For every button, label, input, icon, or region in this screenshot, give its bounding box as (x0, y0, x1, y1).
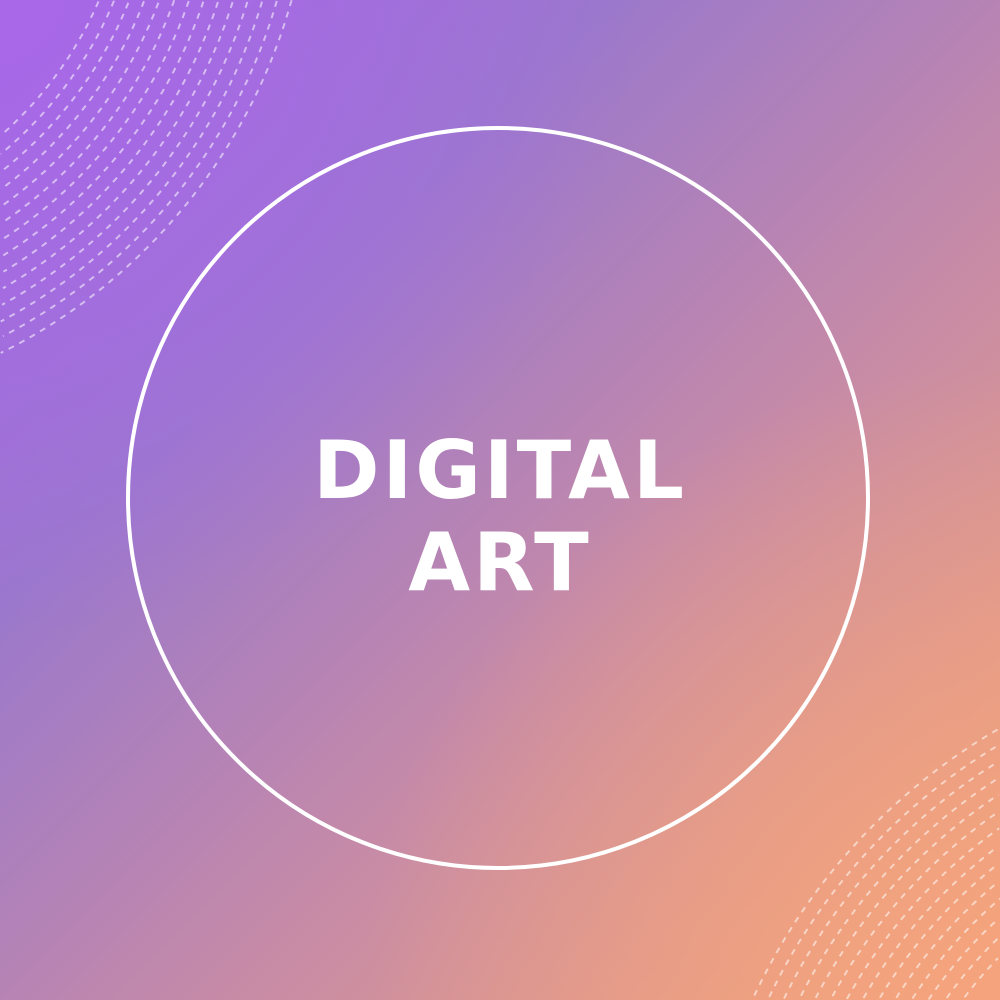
artwork-canvas: DIGITAL ART (0, 0, 1000, 1000)
dashed-arc (1, 1, 100, 136)
dashed-arc (1, 1, 249, 306)
dashed-arc (2, 1, 234, 290)
dashed-arc (0, 0, 145, 191)
dashed-arc (768, 745, 998, 998)
dashed-arc (895, 881, 998, 999)
dashed-arc (800, 776, 1000, 997)
title: DIGITAL ART (0, 425, 1000, 609)
dashed-arc (862, 846, 998, 999)
dashed-arc (927, 918, 998, 1000)
dashed-arc (0, 0, 115, 155)
dashed-arc (945, 937, 1000, 999)
dashed-arc (1, 0, 176, 224)
dashed-arc (2, 0, 190, 240)
title-line-2: ART (408, 516, 592, 609)
title-line-1: DIGITAL (313, 424, 687, 517)
dashed-arc (2, 1, 219, 273)
dashed-arc (783, 762, 997, 999)
dashed-arc (963, 957, 999, 998)
